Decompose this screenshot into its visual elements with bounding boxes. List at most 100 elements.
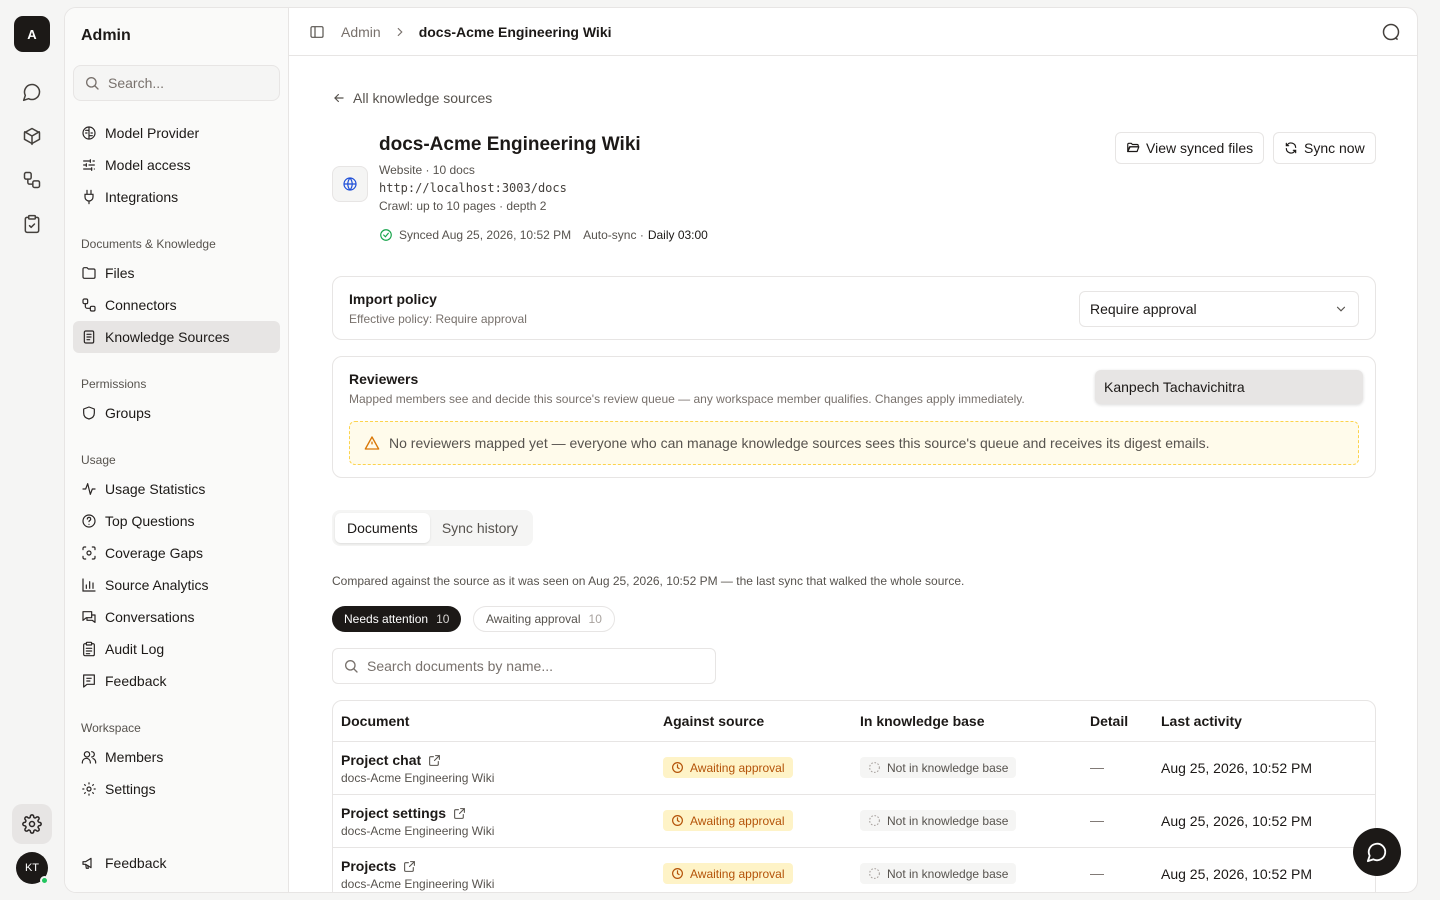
workflow-icon[interactable] [16, 164, 48, 196]
back-to-sources-link[interactable]: All knowledge sources [332, 90, 492, 106]
view-synced-files-button[interactable]: View synced files [1115, 132, 1265, 164]
breadcrumb-admin[interactable]: Admin [341, 24, 381, 40]
gear-icon [82, 782, 96, 796]
back-label: All knowledge sources [353, 90, 493, 106]
document-name[interactable]: Projects [341, 858, 416, 874]
folder-icon [82, 267, 96, 279]
bar-chart-icon [82, 578, 96, 592]
clipboard-check-icon[interactable] [16, 208, 48, 240]
sidebar-item-coverage-gaps[interactable]: Coverage Gaps [73, 537, 280, 569]
dashed-circle-icon [869, 815, 880, 826]
check-circle-icon [380, 229, 392, 241]
sidebar-item-groups[interactable]: Groups [73, 397, 280, 429]
sidebar-item-conversations[interactable]: Conversations [73, 601, 280, 633]
workspace-logo[interactable]: A [14, 16, 50, 52]
sidebar-item-files[interactable]: Files [73, 257, 280, 289]
globe-icon [332, 166, 368, 202]
search-placeholder: Search documents by name... [367, 658, 553, 674]
import-policy-select[interactable]: Require approval [1079, 291, 1359, 327]
sidebar-item-connectors[interactable]: Connectors [73, 289, 280, 321]
brain-icon [82, 126, 96, 140]
document-name[interactable]: Project chat [341, 752, 441, 768]
chevron-down-icon [1336, 306, 1346, 312]
megaphone-icon [82, 857, 92, 869]
no-reviewers-warning: No reviewers mapped yet — everyone who c… [349, 421, 1359, 465]
sync-now-button[interactable]: Sync now [1273, 132, 1376, 164]
external-link-icon[interactable] [403, 860, 416, 873]
tab-sync-history[interactable]: Sync history [430, 513, 530, 543]
activity-icon [82, 483, 96, 495]
chat-icon[interactable] [16, 76, 48, 108]
sidebar-item-label: Conversations [105, 609, 195, 625]
status-text: Not in knowledge base [887, 866, 1009, 881]
sidebar-item-settings[interactable]: Settings [73, 773, 280, 805]
book-icon [83, 330, 95, 344]
sidebar-item-audit-log[interactable]: Audit Log [73, 633, 280, 665]
sidebar-item-label: Feedback [105, 673, 167, 689]
tab-documents[interactable]: Documents [335, 513, 430, 543]
external-link-icon[interactable] [428, 754, 441, 767]
filter-needs-attention[interactable]: Needs attention 10 [332, 606, 462, 632]
sidebar-item-label: Audit Log [105, 641, 165, 657]
main-content: All knowledge sources docs-Acme Engineer… [289, 56, 1417, 892]
sidebar-group-permissions: Permissions [81, 377, 147, 391]
document-name[interactable]: Project settings [341, 805, 466, 821]
cube-icon[interactable] [16, 120, 48, 152]
view-tabs: Documents Sync history [332, 510, 534, 546]
sidebar-item-label: Knowledge Sources [105, 329, 230, 345]
table-row[interactable]: Project settings docs-Acme Engineering W… [333, 794, 1375, 847]
table-row[interactable]: Project chat docs-Acme Engineering Wiki … [333, 741, 1375, 794]
clock-icon [672, 762, 683, 773]
last-activity-cell: Aug 25, 2026, 10:52 PM [1161, 813, 1312, 829]
warning-icon [364, 436, 380, 450]
sidebar-search-input[interactable]: Search... [73, 65, 280, 101]
sidebar-item-members[interactable]: Members [73, 741, 280, 773]
clock-icon [672, 815, 683, 826]
app-shell: Admin Search... Model Provider Model acc… [64, 7, 1418, 893]
filter-count: 10 [588, 612, 602, 626]
import-policy-subtitle: Effective policy: Require approval [349, 312, 527, 326]
detail-cell: — [1090, 812, 1104, 828]
clipboard-icon [83, 641, 95, 657]
shield-icon [83, 406, 95, 420]
chat-fab-button[interactable] [1353, 828, 1401, 876]
status-text: Not in knowledge base [887, 813, 1009, 828]
sidebar-item-model-access[interactable]: Model access [73, 149, 280, 181]
reviewer-select[interactable]: Kanpech Tachavichitra [1095, 370, 1363, 404]
settings-gear-icon[interactable] [12, 804, 52, 844]
last-activity-cell: Aug 25, 2026, 10:52 PM [1161, 760, 1312, 776]
sidebar-item-knowledge-sources[interactable]: Knowledge Sources [73, 321, 280, 353]
sidebar-item-integrations[interactable]: Integrations [73, 181, 280, 213]
sidebar-footer-feedback[interactable]: Feedback [73, 847, 280, 879]
filter-count: 10 [436, 612, 450, 626]
dashed-circle-icon [869, 868, 880, 879]
assistant-icon[interactable] [1381, 22, 1401, 42]
detail-cell: — [1090, 865, 1104, 881]
table-row[interactable]: Projects docs-Acme Engineering Wiki Awai… [333, 847, 1375, 892]
sidebar-item-source-analytics[interactable]: Source Analytics [73, 569, 280, 601]
user-avatar[interactable]: KT [16, 852, 49, 885]
sidebar-item-label: Coverage Gaps [105, 545, 204, 561]
sidebar-item-label: Groups [105, 405, 151, 421]
sidebar-item-top-questions[interactable]: Top Questions [73, 505, 280, 537]
sidebar-toggle-icon[interactable] [309, 24, 325, 40]
sidebar-item-label: Integrations [105, 189, 179, 205]
external-link-icon[interactable] [453, 807, 466, 820]
users-icon [81, 751, 97, 764]
question-icon [82, 514, 96, 528]
sidebar-item-model-provider[interactable]: Model Provider [73, 117, 280, 149]
documents-table: Document Against source In knowledge bas… [332, 700, 1376, 892]
sidebar-item-feedback[interactable]: Feedback [73, 665, 280, 697]
sliders-icon [83, 159, 95, 171]
document-name-text: Project chat [341, 752, 422, 768]
sidebar-item-label: Model Provider [105, 125, 200, 141]
filter-awaiting-approval[interactable]: Awaiting approval 10 [473, 606, 615, 632]
document-search-input[interactable]: Search documents by name... [332, 648, 716, 684]
source-url[interactable]: http://localhost:3003/docs [379, 181, 567, 195]
search-icon [86, 77, 99, 90]
source-title: docs-Acme Engineering Wiki [379, 134, 641, 155]
sidebar-group-usage: Usage [81, 453, 116, 467]
sidebar-title: Admin [81, 27, 131, 44]
sidebar-item-usage-statistics[interactable]: Usage Statistics [73, 473, 280, 505]
status-badge-kb: Not in knowledge base [860, 810, 1017, 831]
